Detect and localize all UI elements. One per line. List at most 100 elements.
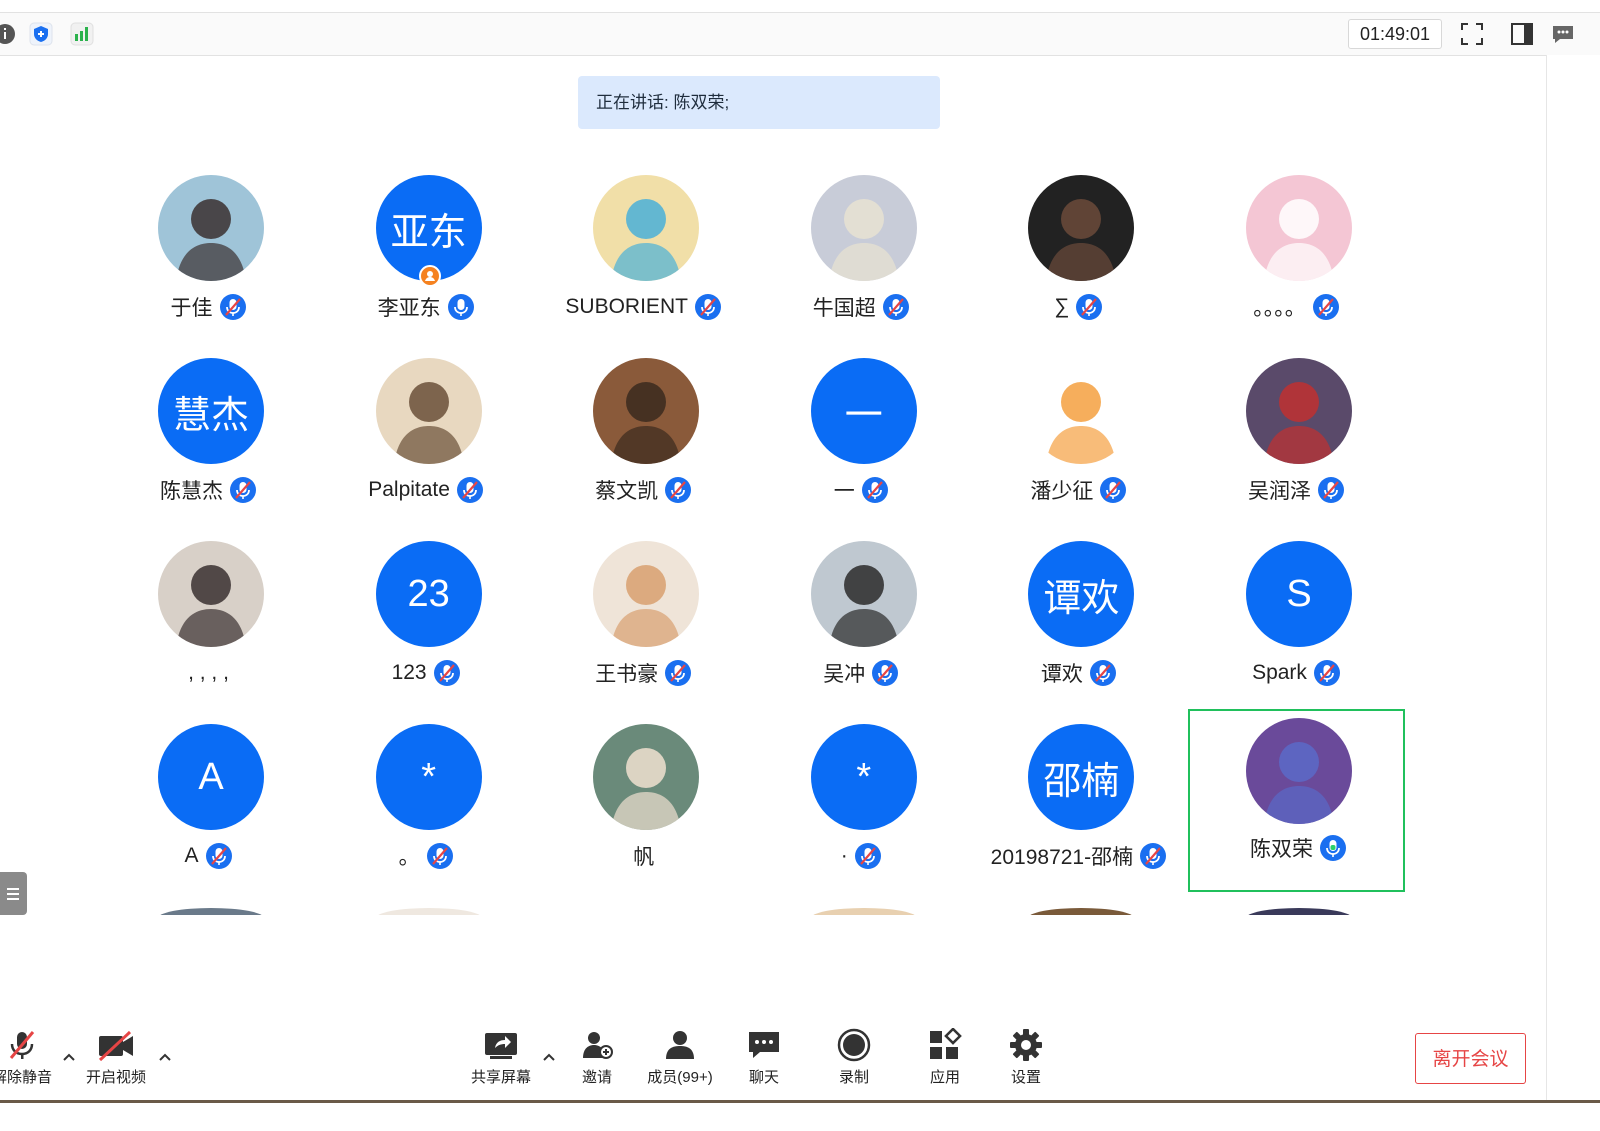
avatar-photo <box>810 541 917 647</box>
microphone-muted-icon[interactable] <box>433 659 461 687</box>
participant-tile[interactable]: 牛国超 <box>753 160 970 343</box>
participant-name: 陈双荣 <box>1250 838 1313 861</box>
start-video-button[interactable]: 开启视频 <box>76 1028 156 1087</box>
participant-name-row: 一 <box>753 473 970 507</box>
members-button[interactable]: 成员(99+) <box>640 1028 720 1087</box>
info-icon[interactable] <box>0 21 18 47</box>
participant-tile[interactable]: ∑ <box>970 160 1187 343</box>
microphone-muted-icon[interactable] <box>1075 293 1103 321</box>
participant-tile[interactable]: 慧杰 陈慧杰 <box>100 343 317 526</box>
current-speaker-banner: 正在讲话: 陈双荣; <box>578 76 940 129</box>
microphone-muted-icon[interactable] <box>854 842 882 870</box>
microphone-muted-icon[interactable] <box>694 293 722 321</box>
microphone-muted-icon[interactable] <box>456 476 484 504</box>
participant-name: 陈慧杰 <box>160 480 223 503</box>
participant-name: 一 <box>833 480 855 503</box>
microphone-muted-icon[interactable] <box>871 659 899 687</box>
microphone-muted-icon[interactable] <box>1313 659 1341 687</box>
participant-name-row: 谭欢 <box>970 656 1187 690</box>
avatar-photo <box>1028 358 1135 464</box>
participant-avatar-partial[interactable] <box>810 908 917 915</box>
participant-tile[interactable]: 吴润泽 <box>1188 343 1405 526</box>
participant-tile[interactable]: 潘少征 <box>970 343 1187 526</box>
fullscreen-icon[interactable] <box>1459 21 1485 47</box>
participant-name-row: A <box>100 839 317 873</box>
participant-tile[interactable]: S Spark <box>1188 526 1405 709</box>
microphone-muted-icon[interactable] <box>1312 293 1340 321</box>
participant-tile[interactable]: 谭欢 谭欢 <box>970 526 1187 709</box>
participant-tile[interactable]: 吴冲 <box>753 526 970 709</box>
participant-tile[interactable]: *。 <box>318 709 535 892</box>
microphone-muted-icon[interactable] <box>229 476 257 504</box>
record-button[interactable]: 录制 <box>814 1028 894 1087</box>
avatar-photo <box>158 541 264 647</box>
participant-tile-active-speaker[interactable]: 陈双荣 <box>1188 709 1405 892</box>
video-options-chevron-up-icon[interactable] <box>158 1052 172 1062</box>
participant-tile[interactable]: 邵楠 20198721-邵楠 <box>970 709 1187 892</box>
share-options-chevron-up-icon[interactable] <box>542 1052 556 1062</box>
participant-name: 20198721-邵楠 <box>990 846 1134 869</box>
apps-icon <box>930 1028 962 1059</box>
participant-tile[interactable]: 23 123 <box>318 526 535 709</box>
invite-label: 邀请 <box>581 1069 612 1086</box>
participant-tile[interactable]: Palpitate <box>318 343 535 526</box>
microphone-muted-icon[interactable] <box>1089 659 1117 687</box>
participant-tile[interactable]: AA <box>100 709 317 892</box>
chat-button[interactable]: 聊天 <box>724 1028 804 1087</box>
participant-tile[interactable]: 一一 <box>753 343 970 526</box>
participant-tile[interactable]: 亚东 李亚东 <box>318 160 535 343</box>
participant-avatar-partial[interactable] <box>158 908 264 915</box>
floating-menu-button[interactable] <box>0 872 27 915</box>
apps-button[interactable]: 应用 <box>905 1028 985 1087</box>
microphone-muted-icon[interactable] <box>861 476 889 504</box>
participant-name: 谭欢 <box>1040 663 1083 686</box>
participant-name: 李亚东 <box>377 297 441 320</box>
microphone-icon[interactable] <box>1319 834 1347 862</box>
microphone-muted-icon[interactable] <box>882 293 910 321</box>
chat-bubble-icon[interactable] <box>1550 21 1576 47</box>
participant-tile[interactable]: 王书豪 <box>535 526 752 709</box>
microphone-muted-icon[interactable] <box>1099 476 1127 504</box>
host-badge-icon <box>418 265 441 287</box>
unmute-button[interactable]: 解除静音 <box>0 1028 62 1087</box>
participant-tile[interactable]: 蔡文凯 <box>535 343 752 526</box>
participant-name: ∑ <box>1054 295 1070 318</box>
participant-name-row: ∑ <box>970 290 1187 324</box>
participant-grid: 于佳 亚东 李亚东 SUBORIENT 牛国超 ∑ 。。。。 慧杰 陈慧杰 Pa… <box>100 160 1520 915</box>
participant-tile[interactable]: 。。。。 <box>1188 160 1405 343</box>
avatar-photo <box>593 541 700 647</box>
participant-avatar-partial[interactable] <box>1246 908 1352 915</box>
participant-avatar-partial[interactable] <box>593 908 700 915</box>
participant-tile[interactable]: , , , , <box>100 526 317 709</box>
unmute-options-chevron-up-icon[interactable] <box>62 1052 76 1062</box>
avatar-photo <box>1246 718 1352 824</box>
leave-meeting-button[interactable]: 离开会议 <box>1415 1033 1526 1084</box>
settings-button[interactable]: 设置 <box>986 1028 1066 1087</box>
microphone-muted-icon[interactable] <box>664 476 692 504</box>
microphone-muted-icon[interactable] <box>219 293 247 321</box>
invite-button[interactable]: 邀请 <box>557 1028 637 1087</box>
participant-name: Palpitate <box>368 478 450 501</box>
microphone-muted-icon[interactable] <box>426 842 454 870</box>
participant-avatar-partial[interactable] <box>375 908 482 915</box>
participant-tile[interactable]: 于佳 <box>100 160 317 343</box>
participant-avatar-partial[interactable] <box>1028 908 1135 915</box>
avatar-photo <box>1028 175 1135 281</box>
microphone-muted-icon[interactable] <box>1317 476 1345 504</box>
microphone-muted-icon[interactable] <box>1139 842 1167 870</box>
share-screen-button[interactable]: 共享屏幕 <box>461 1028 541 1087</box>
meeting-timer: 01:49:01 <box>1348 19 1442 49</box>
signal-strength-icon[interactable] <box>69 21 95 47</box>
microphone-muted-icon[interactable] <box>205 842 233 870</box>
side-panel-icon[interactable] <box>1509 21 1535 47</box>
participant-name-row: 吴冲 <box>753 656 970 690</box>
security-shield-icon[interactable] <box>28 21 54 47</box>
participant-tile[interactable]: SUBORIENT <box>535 160 752 343</box>
microphone-muted-icon[interactable] <box>664 659 692 687</box>
participant-tile[interactable]: * · <box>753 709 970 892</box>
participant-tile[interactable]: 帆 <box>535 709 752 892</box>
participant-name-row: 牛国超 <box>753 290 970 324</box>
chat-icon <box>749 1032 779 1058</box>
microphone-icon[interactable] <box>447 293 475 321</box>
participant-name: 帆 <box>633 846 655 869</box>
